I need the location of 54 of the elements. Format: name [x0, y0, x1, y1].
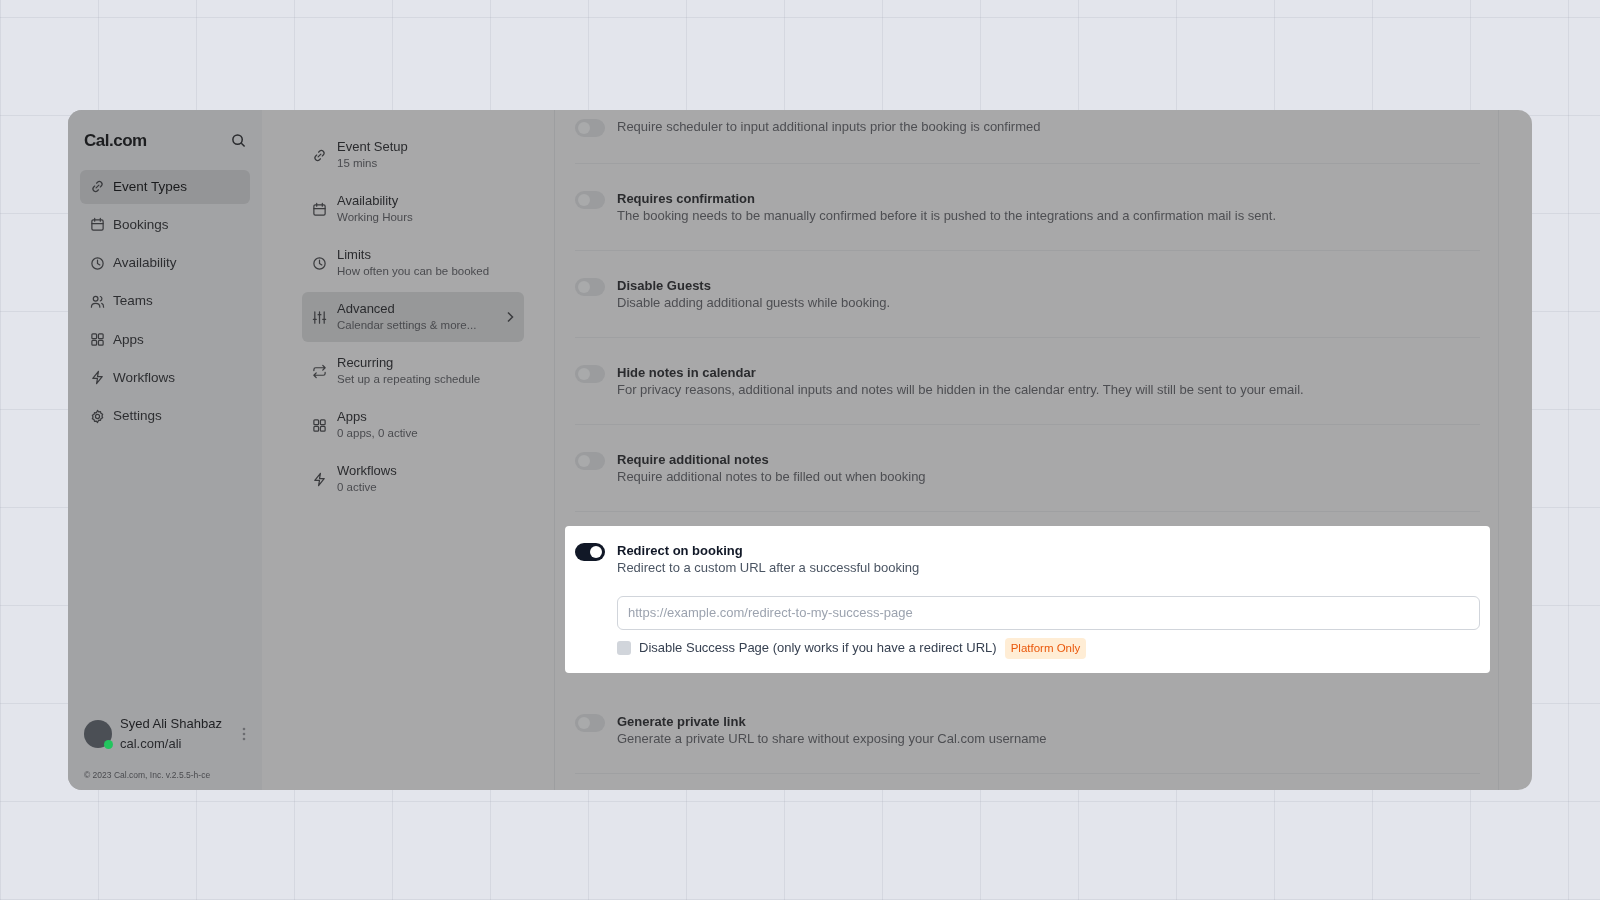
settings-tab[interactable]: Availability Working Hours	[302, 184, 524, 234]
nav-item[interactable]: Teams	[80, 284, 250, 319]
setting-description: Require additional notes to be filled out when booking	[617, 468, 927, 485]
more-icon[interactable]	[242, 726, 246, 741]
repeat-icon	[312, 363, 327, 379]
setting-description: For privacy reasons, additional inputs and notes will be hidden in the calendar entry. They will still be sent to your email.	[617, 381, 1305, 398]
copyright-text: © 2023 Cal.com, Inc. v.2.5.5-h-ce	[83, 769, 212, 782]
setting-title: Redirect on booking	[617, 542, 744, 559]
clock-icon	[90, 255, 105, 271]
settings-tab[interactable]: Apps 0 apps, 0 active	[302, 400, 524, 450]
settings-tab[interactable]: Event Setup 15 mins	[302, 130, 524, 180]
settings-tab[interactable]: Advanced Calendar settings & more...	[302, 292, 524, 342]
setting-title: Hide notes in calendar	[617, 364, 757, 381]
url-input-field[interactable]: https://example.com/redirect-to-my-success-page	[617, 596, 1480, 630]
setting-title: Disable Guests	[617, 277, 712, 294]
user-avatar[interactable]	[84, 719, 112, 748]
setting-description: Redirect to a custom URL after a successful booking	[617, 559, 921, 576]
clock-icon	[312, 255, 327, 271]
setting-description: The booking needs to be manually confirmed before it is pushed to the integrations and a confirmation mail is sent.	[617, 207, 1278, 224]
app-logo: Cal.com	[84, 130, 147, 152]
calendar-icon	[90, 217, 105, 233]
settings-tab[interactable]: Limits How often you can be booked	[302, 238, 524, 288]
grid-icon	[312, 417, 327, 433]
settings-tab[interactable]: Recurring Set up a repeating schedule	[302, 346, 524, 396]
link-icon	[90, 179, 105, 195]
lightning-icon	[90, 370, 105, 386]
user-name: Syed Ali Shahbaz	[120, 715, 223, 734]
toggle-switch[interactable]	[575, 543, 605, 561]
lightning-icon	[312, 471, 327, 487]
nav-item[interactable]: Bookings	[80, 207, 250, 242]
platform-tag: Platform Only	[1004, 637, 1087, 659]
chevron-right-icon	[506, 311, 514, 323]
sliders-icon	[312, 309, 327, 325]
nav-item[interactable]: Availability	[80, 246, 250, 281]
link-icon	[312, 147, 327, 163]
search-icon[interactable]	[231, 133, 246, 149]
users-icon	[90, 293, 105, 309]
settings-tab[interactable]: Workflows 0 active	[302, 454, 524, 504]
checkbox-label: Disable Success Page (only works if you have a redirect URL)	[639, 639, 997, 658]
grid-icon	[90, 332, 105, 348]
setting-description: Require scheduler to input additional inputs prior the booking is confirmed	[617, 118, 1042, 135]
nav-item[interactable]: Workflows	[80, 360, 250, 395]
gear-icon	[90, 408, 105, 424]
setting-description: Generate a private URL to share without exposing your Cal.com username	[617, 729, 1048, 747]
checkbox[interactable]	[617, 641, 631, 656]
nav-item[interactable]: Event Types	[80, 169, 250, 204]
setting-title: Requires confirmation	[617, 190, 756, 207]
user-handle: cal.com/ali	[120, 734, 183, 753]
setting-description: Disable adding additional guests while booking.	[617, 294, 892, 311]
calendar-icon	[312, 201, 327, 217]
nav-item[interactable]: Apps	[80, 322, 250, 357]
setting-title: Generate private link	[617, 712, 747, 730]
nav-item[interactable]: Settings	[80, 399, 250, 434]
setting-title: Require additional notes	[617, 451, 770, 468]
